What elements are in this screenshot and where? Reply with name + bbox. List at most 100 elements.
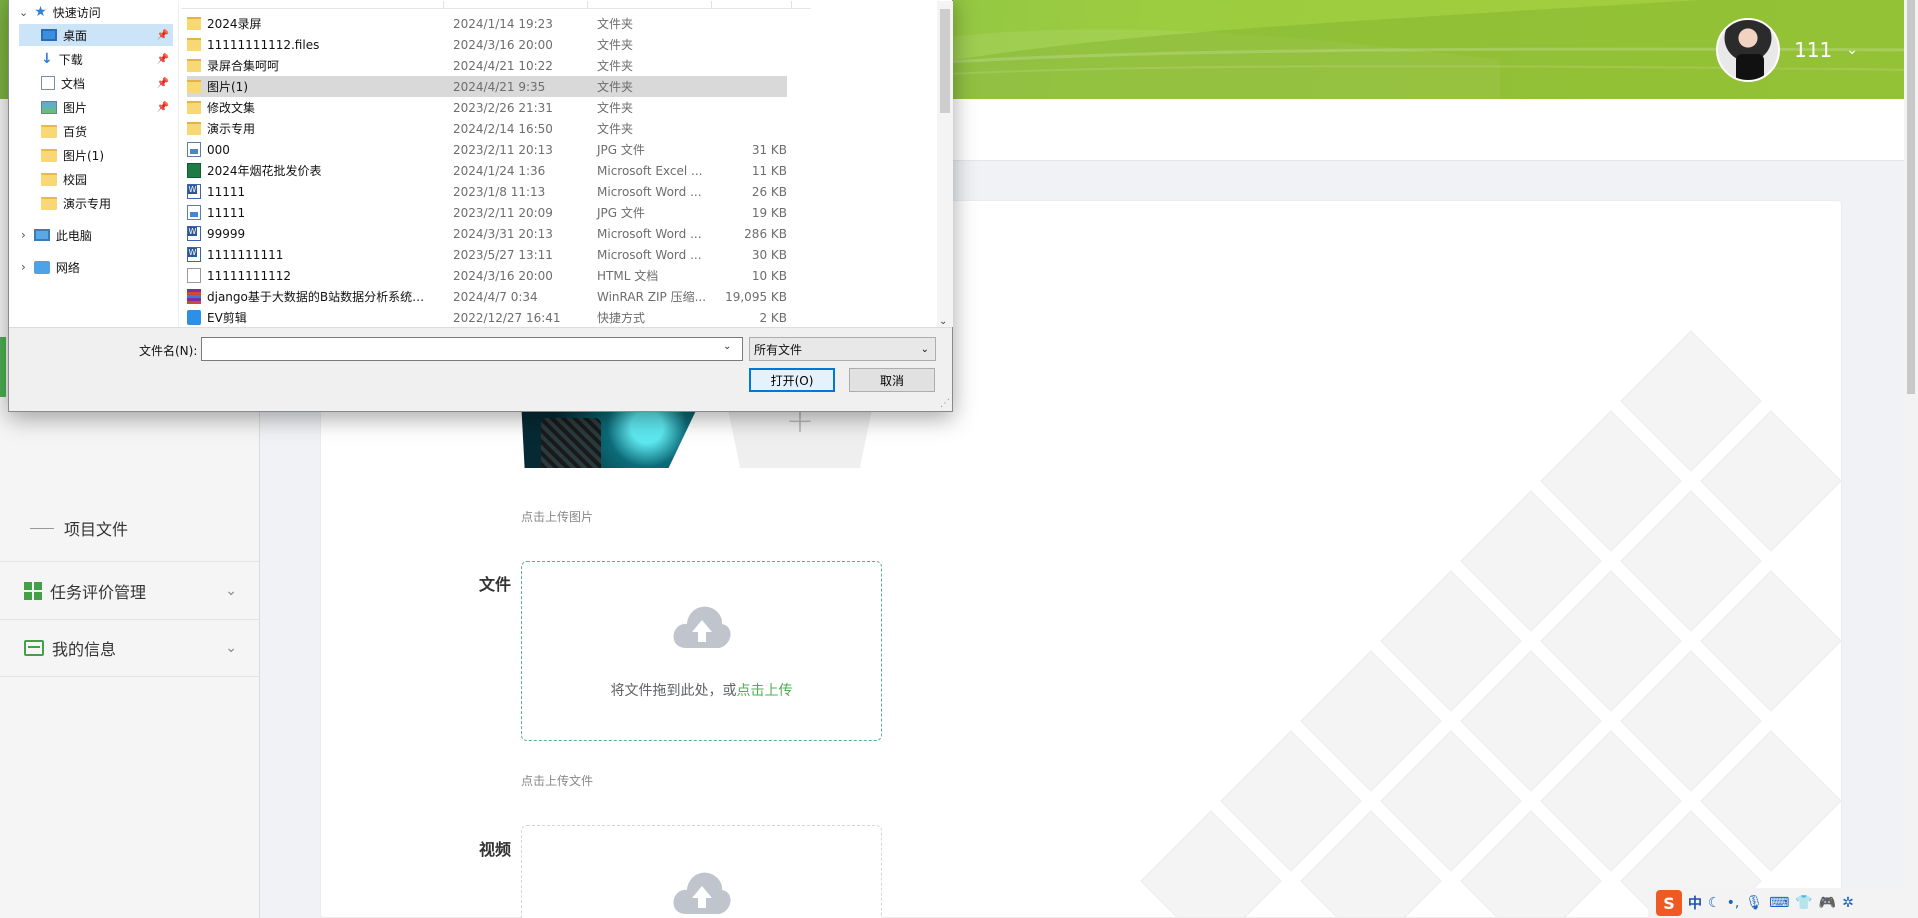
file-row[interactable]: 演示专用 2024/2/14 16:50 文件夹	[187, 118, 787, 139]
file-list: 2024录屏 2024/1/14 19:23 文件夹 11111111112.file…	[181, 1, 943, 327]
chevron-down-icon: ⌄	[920, 343, 929, 355]
sidebar-menu-my-info[interactable]: 我的信息 ⌄	[0, 619, 259, 677]
dot-icon[interactable]: •,	[1727, 895, 1740, 911]
sidebar-item-project-files[interactable]: 项目文件	[30, 509, 128, 547]
file-date: 2023/2/11 20:09	[453, 205, 553, 220]
file-size: 26 KB	[751, 184, 787, 199]
nav-this-pc[interactable]: › 此电脑	[9, 224, 179, 246]
gamepad-icon[interactable]: 🎮	[1819, 895, 1836, 911]
ime-mode-indicator[interactable]: 中	[1688, 893, 1702, 913]
file-name-cell: 11111111112	[187, 268, 435, 283]
column-header-row	[181, 1, 811, 9]
page-scrollbar[interactable]	[1904, 0, 1918, 918]
file-row[interactable]: 000 2023/2/11 20:13 JPG 文件 31 KB	[187, 139, 787, 160]
file-row[interactable]: 2024年烟花批发价表 2024/1/24 1:36 Microsoft Excel…	[187, 160, 787, 181]
filename-input[interactable]	[201, 337, 743, 361]
video-dropzone[interactable]	[521, 825, 882, 918]
file-name-cell: 000	[187, 142, 435, 157]
file-size: 286 KB	[744, 226, 787, 241]
gear-icon[interactable]: ✲	[1842, 895, 1854, 911]
chevron-down-icon[interactable]: ⌄	[723, 341, 731, 352]
file-name-cell: 11111	[187, 184, 435, 199]
image-upload-hint: 点击上传图片	[521, 510, 594, 524]
nav-item-folder[interactable]: 演示专用	[19, 192, 173, 214]
file-size: 2 KB	[759, 310, 787, 325]
file-name: 11111	[207, 184, 246, 199]
file-row[interactable]: 录屏合集呵呵 2024/4/21 10:22 文件夹	[187, 55, 787, 76]
file-row[interactable]: django基于大数据的B站数据分析系统演... 2024/4/7 0:34 Win…	[187, 286, 787, 307]
resize-grip-icon[interactable]: ⋰	[940, 398, 950, 409]
file-name-cell: 99999	[187, 226, 435, 241]
keyboard-icon[interactable]: ⌨	[1769, 895, 1789, 911]
file-name-cell: EV剪辑	[187, 309, 435, 326]
nav-network[interactable]: › 网络	[9, 256, 179, 278]
nav-label: 图片(1)	[63, 148, 104, 163]
nav-item-folder[interactable]: 校园	[19, 168, 173, 190]
file-name: 1111111111	[207, 247, 284, 262]
file-type: 文件夹	[597, 38, 634, 52]
file-row[interactable]: 11111 2023/1/8 11:13 Microsoft Word ... 26 …	[187, 181, 787, 202]
file-name-cell: 11111	[187, 205, 435, 220]
page-scrollbar-thumb[interactable]	[1907, 0, 1915, 394]
user-name[interactable]: 111	[1794, 38, 1832, 62]
file-row[interactable]: EV剪辑 2022/12/27 16:41 快捷方式 2 KB	[187, 307, 787, 327]
chevron-right-icon[interactable]: ›	[21, 260, 26, 274]
nav-item-downloads[interactable]: ↓ 下载 📌	[19, 48, 173, 70]
chevron-down-icon[interactable]: ⌄	[1846, 42, 1858, 58]
file-row[interactable]: 修改文集 2023/2/26 21:31 文件夹	[187, 97, 787, 118]
user-menu[interactable]: 111 ⌄	[1716, 17, 1858, 83]
folder-icon	[41, 124, 57, 138]
file-row[interactable]: 2024录屏 2024/1/14 19:23 文件夹	[187, 13, 787, 34]
chevron-down-icon[interactable]: ⌄	[19, 6, 28, 19]
mic-icon[interactable]: 🎙	[1745, 895, 1763, 911]
file-type: JPG 文件	[597, 206, 645, 220]
file-row[interactable]: 11111111112 2024/3/16 20:00 HTML 文档 10 KB	[187, 265, 787, 286]
open-button[interactable]: 打开(O)	[749, 368, 835, 392]
nav-item-documents[interactable]: 文档 📌	[19, 72, 173, 94]
file-list-scrollbar[interactable]: ⌄	[937, 1, 953, 327]
sogou-ime-icon[interactable]: S	[1656, 890, 1682, 916]
file-date: 2024/4/7 0:34	[453, 289, 538, 304]
nav-label: 桌面	[63, 28, 88, 43]
folder-icon	[187, 122, 201, 135]
file-row[interactable]: 11111 2023/2/11 20:09 JPG 文件 19 KB	[187, 202, 787, 223]
folder-icon	[187, 38, 201, 51]
file-row[interactable]: 11111111112.files 2024/3/16 20:00 文件夹	[187, 34, 787, 55]
file-type: 文件夹	[597, 17, 634, 31]
click-to-upload-link[interactable]: 点击上传	[737, 683, 793, 699]
nav-item-pictures[interactable]: 图片 📌	[19, 96, 173, 118]
star-icon: ★	[34, 4, 47, 20]
chevron-down-icon: ⌄	[225, 640, 237, 656]
nav-item-folder[interactable]: 图片(1)	[19, 144, 173, 166]
filetype-select[interactable]: 所有文件 ⌄	[749, 337, 936, 361]
file-size: 30 KB	[751, 247, 787, 262]
file-row[interactable]: 99999 2024/3/31 20:13 Microsoft Word ... 28…	[187, 223, 787, 244]
file-name: 2024年烟花批发价表	[207, 164, 322, 178]
sidebar-menu-task-evaluation[interactable]: 任务评价管理 ⌄	[0, 561, 259, 619]
file-row[interactable]: 1111111111 2023/5/27 13:11 Microsoft Word …	[187, 244, 787, 265]
file-date: 2024/3/16 20:00	[453, 268, 553, 283]
dialog-footer: 文件名(N): ⌄ 所有文件 ⌄ 打开(O) 取消 ⋰	[9, 327, 952, 411]
dropzone-instruction: 将文件拖到此处，或	[610, 683, 737, 699]
chevron-right-icon[interactable]: ›	[21, 228, 26, 242]
filename-label: 文件名(N):	[139, 344, 198, 358]
nav-item-desktop[interactable]: 桌面 📌	[19, 24, 173, 46]
file-name-cell: 演示专用	[187, 120, 435, 137]
file-type: JPG 文件	[597, 143, 645, 157]
avatar[interactable]	[1716, 18, 1781, 82]
xls-icon	[187, 163, 201, 178]
file-type: Microsoft Word ...	[597, 226, 702, 241]
file-list-scrollbar-thumb[interactable]	[940, 9, 950, 113]
shirt-icon[interactable]: 👕	[1795, 895, 1812, 911]
nav-item-folder[interactable]: 百货	[19, 120, 173, 142]
file-date: 2023/1/8 11:13	[453, 184, 546, 199]
nav-quick-access[interactable]: ⌄ ★ 快速访问	[9, 1, 179, 23]
chevron-down-icon: ⌄	[225, 582, 237, 599]
file-row[interactable]: 图片(1) 2024/4/21 9:35 文件夹	[187, 76, 787, 97]
cancel-button[interactable]: 取消	[849, 368, 935, 392]
file-dropzone[interactable]: 将文件拖到此处，或点击上传	[521, 561, 882, 741]
sidebar-menu-label: 我的信息	[52, 640, 117, 659]
file-date: 2022/12/27 16:41	[453, 310, 561, 325]
scroll-down-icon[interactable]: ⌄	[939, 316, 947, 327]
moon-icon[interactable]: ☾	[1708, 895, 1721, 911]
